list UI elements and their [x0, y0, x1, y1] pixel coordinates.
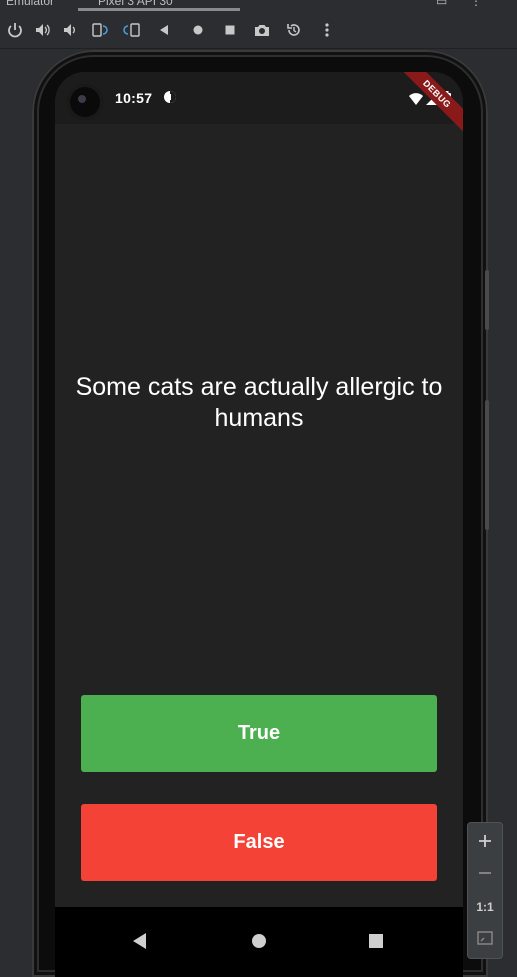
zoom-out-icon[interactable] [468, 859, 502, 887]
emulator-toolbar [0, 12, 517, 49]
device-screen: 10:57 DEBUG Some cats are actually aller… [55, 72, 463, 977]
front-camera [67, 84, 103, 120]
nav-home-icon[interactable] [239, 923, 279, 959]
power-icon[interactable] [4, 19, 26, 41]
emulator-tab-title[interactable]: Emulator [6, 0, 54, 8]
volume-down-icon[interactable] [59, 19, 81, 41]
question-text: Some cats are actually allergic to human… [75, 373, 443, 432]
wifi-icon [409, 92, 423, 110]
volume-up-icon[interactable] [32, 19, 54, 41]
nav-overview-icon[interactable] [356, 923, 396, 959]
status-time: 10:57 [115, 90, 153, 106]
window-settings-icon[interactable]: ▭ [436, 0, 447, 8]
nav-back-icon[interactable] [119, 923, 159, 959]
overview-icon[interactable] [219, 19, 241, 41]
zoom-fit-icon[interactable] [468, 924, 502, 952]
true-button[interactable]: True [81, 695, 437, 772]
rotate-right-icon[interactable] [121, 19, 143, 41]
zoom-panel: 1:1 [467, 822, 503, 959]
active-tab-indicator [78, 8, 240, 11]
data-saver-icon [163, 90, 177, 109]
emulator-tab-strip: Emulator Pixel 3 API 30 ▭ ⋮ [0, 0, 517, 12]
false-button[interactable]: False [81, 804, 437, 881]
pin-icon[interactable]: ⋮ [470, 0, 482, 8]
status-bar: 10:57 DEBUG [55, 72, 463, 137]
more-icon[interactable] [316, 19, 338, 41]
zoom-reset-button[interactable]: 1:1 [468, 893, 502, 921]
back-icon[interactable] [153, 19, 175, 41]
camera-icon[interactable] [251, 19, 273, 41]
rotate-left-icon[interactable] [88, 19, 110, 41]
zoom-in-icon[interactable] [468, 827, 502, 855]
device-volume-rocker[interactable] [485, 400, 489, 530]
device-tab[interactable]: Pixel 3 API 30 [98, 0, 173, 8]
snapshot-icon[interactable] [283, 19, 305, 41]
navigation-bar [55, 907, 463, 977]
home-icon[interactable] [187, 19, 209, 41]
device-power-button[interactable] [485, 270, 489, 330]
